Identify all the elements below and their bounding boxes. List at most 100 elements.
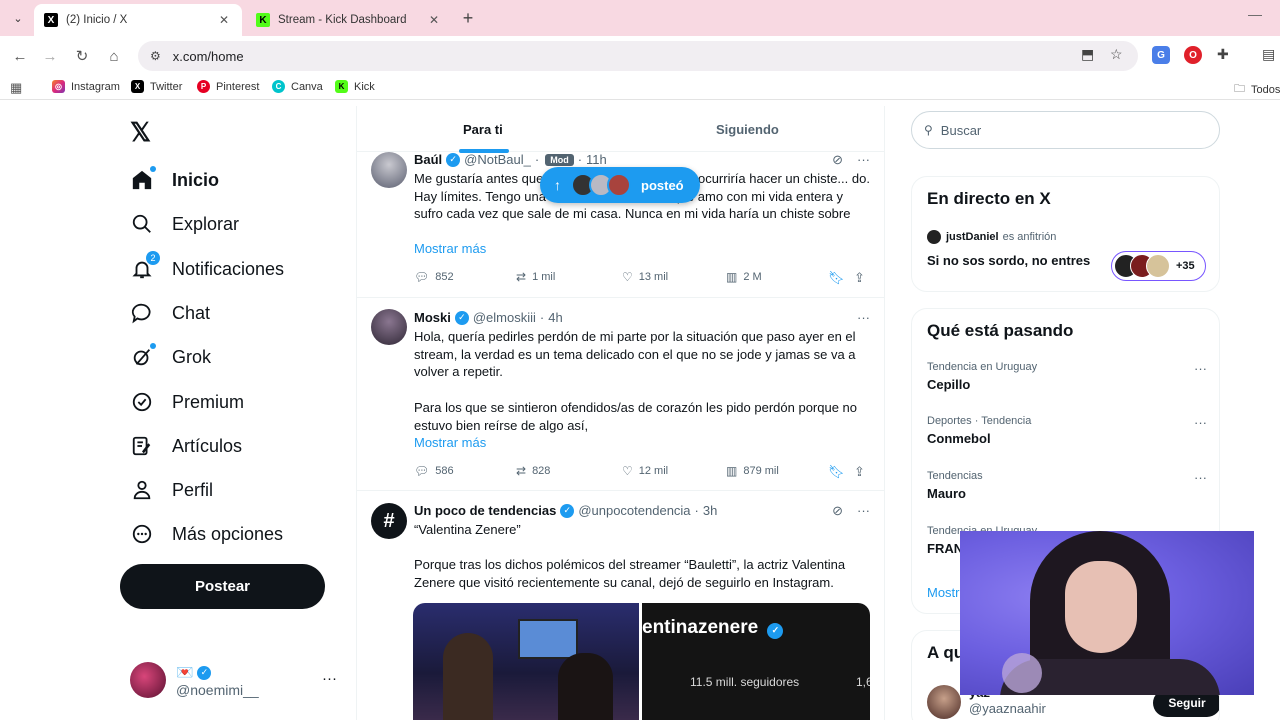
sidebar-item-grok[interactable]: Grok: [130, 339, 211, 375]
trend-item[interactable]: Deportes · Tendencia Conmebol ···: [927, 415, 1207, 446]
live-host[interactable]: justDaniel es anfitrión: [927, 230, 1056, 244]
close-tab-icon[interactable]: ✕: [216, 13, 232, 27]
show-more-link[interactable]: Mostrar más: [414, 241, 486, 256]
search-input[interactable]: [940, 122, 1201, 138]
author-handle[interactable]: @unpocotendencia: [578, 503, 690, 518]
sidebar-item-mas-opciones[interactable]: Más opciones: [130, 516, 283, 552]
bookmark-instagram[interactable]: ◎ Instagram: [52, 80, 120, 93]
more-dots-icon[interactable]: ···: [857, 503, 870, 519]
mod-badge: Mod: [545, 153, 574, 166]
bookmark-icon[interactable]: 🔖︎: [828, 270, 845, 286]
repost-button[interactable]: ⇄ 1 mil: [516, 270, 555, 284]
show-more-link[interactable]: Mostr: [927, 585, 960, 600]
back-icon[interactable]: ←: [8, 44, 32, 68]
account-switcher[interactable]: 💌 ✓ @noemimi__ ···: [130, 662, 340, 702]
translate-extension-icon[interactable]: G: [1152, 46, 1170, 64]
tab-search-icon[interactable]: ⌄: [6, 6, 30, 30]
sidebar-item-chat[interactable]: Chat: [130, 295, 210, 331]
tab-x-home[interactable]: X (2) Inicio / X ✕: [34, 4, 242, 36]
trend-item[interactable]: Tendencia en Uruguay Cepillo ···: [927, 361, 1207, 392]
sidebar-panel-icon[interactable]: ▤: [1262, 46, 1275, 63]
listener-count: +35: [1176, 260, 1195, 272]
grok-explain-icon[interactable]: ⊘: [832, 503, 843, 519]
close-tab-icon[interactable]: ✕: [426, 13, 442, 27]
trend-item[interactable]: Tendencias Mauro ···: [927, 470, 1207, 501]
share-icon[interactable]: ⇪: [854, 270, 865, 286]
reply-button[interactable]: 💬︎ 586: [414, 464, 454, 478]
avatar[interactable]: [371, 152, 407, 188]
bookmark-pinterest[interactable]: P Pinterest: [197, 80, 259, 93]
author-name[interactable]: Baúl: [414, 152, 442, 167]
tweet-time[interactable]: 11h: [586, 152, 607, 167]
sidebar-item-perfil[interactable]: Perfil: [130, 472, 213, 508]
author-name[interactable]: Moski: [414, 310, 451, 325]
post-button[interactable]: Postear: [120, 564, 325, 609]
author-name[interactable]: Un poco de tendencias: [414, 503, 556, 518]
repost-button[interactable]: ⇄ 828: [516, 464, 550, 478]
install-app-icon[interactable]: ⬒: [1081, 46, 1094, 63]
tweet-image-right[interactable]: entinazenere ✓ 11.5 mill. seguidores 1,6: [642, 603, 870, 720]
tab-siguiendo[interactable]: Siguiendo: [716, 122, 779, 137]
author-handle[interactable]: @NotBaul_: [464, 152, 531, 167]
tweet-time[interactable]: 4h: [548, 310, 562, 325]
more-dots-icon[interactable]: ···: [1194, 415, 1207, 430]
tweet[interactable]: Moski ✓ @elmoskiii · 4h ··· Hola, quería…: [357, 299, 884, 491]
show-more-link[interactable]: Mostrar más: [414, 435, 486, 450]
forward-icon[interactable]: →: [38, 44, 62, 68]
tab-para-ti[interactable]: Para ti: [463, 122, 503, 137]
views-chart-icon: ▥: [726, 464, 738, 478]
tweet-media[interactable]: entinazenere ✓ 11.5 mill. seguidores 1,6: [413, 603, 870, 720]
reload-icon[interactable]: ↻: [70, 44, 94, 68]
bookmark-kick[interactable]: K Kick: [335, 80, 375, 93]
bookmark-star-icon[interactable]: ☆: [1110, 46, 1123, 63]
more-dots-icon[interactable]: ···: [1194, 470, 1207, 485]
verified-badge-icon: ✓: [767, 622, 784, 639]
sidebar-item-premium[interactable]: Premium: [130, 384, 244, 420]
search-box[interactable]: ⚲: [911, 111, 1220, 149]
author-handle[interactable]: @elmoskiii: [473, 310, 536, 325]
site-info-icon[interactable]: ⚙: [150, 49, 161, 63]
bookmark-twitter[interactable]: X Twitter: [131, 80, 182, 93]
bookmark-canva[interactable]: C Canva: [272, 80, 323, 93]
home-page-icon[interactable]: ⌂: [102, 44, 126, 68]
bookmark-icon[interactable]: 🔖︎: [828, 464, 845, 480]
separator-dot: ·: [577, 152, 583, 167]
more-dots-icon[interactable]: ···: [857, 310, 870, 325]
sidebar-item-inicio[interactable]: Inicio: [130, 162, 219, 198]
bookmark-folder-all[interactable]: 🗀 Todos: [1234, 80, 1280, 99]
opera-extension-icon[interactable]: O: [1184, 46, 1202, 64]
like-button[interactable]: ♡ 12 mil: [622, 464, 668, 478]
avatar[interactable]: [927, 685, 961, 719]
extensions-icon[interactable]: ✚: [1217, 46, 1229, 63]
views-button[interactable]: ▥ 2 M: [726, 270, 762, 284]
minimize-icon[interactable]: —: [1248, 6, 1262, 22]
more-dots-icon[interactable]: ···: [1194, 361, 1207, 376]
apps-grid-icon[interactable]: ▦: [10, 80, 22, 96]
views-button[interactable]: ▥ 879 mil: [726, 464, 779, 478]
tweet-tools: ⊘ ···: [832, 503, 870, 519]
tweet-image-left[interactable]: [413, 603, 639, 720]
more-dots-icon[interactable]: ···: [322, 670, 337, 687]
avatar[interactable]: [371, 309, 407, 345]
new-posts-pill[interactable]: ↑ posteó: [540, 167, 700, 203]
browser-toolbar: ← → ↻ ⌂ ⚙ x.com/home ⬒ ☆ G O ✚ ▤: [0, 36, 1280, 76]
x-logo-icon[interactable]: 𝕏: [130, 117, 151, 148]
new-tab-icon[interactable]: +: [458, 8, 478, 28]
sidebar-item-label: Notificaciones: [172, 258, 285, 279]
space-title[interactable]: Si no sos sordo, no entres: [927, 253, 1090, 268]
like-button[interactable]: ♡ 13 mil: [622, 270, 668, 284]
monitor-shape: [518, 619, 578, 659]
share-icon[interactable]: ⇪: [854, 464, 865, 480]
reply-button[interactable]: 💬︎ 852: [414, 270, 454, 284]
sidebar-item-explorar[interactable]: Explorar: [130, 206, 239, 242]
address-bar[interactable]: ⚙ x.com/home: [138, 41, 1138, 71]
sidebar-item-articulos[interactable]: Artículos: [130, 428, 242, 464]
hashtag-avatar-icon[interactable]: #: [371, 503, 407, 539]
notification-badge: 2: [146, 251, 160, 265]
more-dots-icon[interactable]: ···: [857, 152, 870, 168]
tweet-time[interactable]: 3h: [703, 503, 717, 518]
sidebar-item-notificaciones[interactable]: 2 Notificaciones: [130, 251, 284, 287]
tab-kick-dashboard[interactable]: K Stream - Kick Dashboard ✕: [246, 4, 452, 36]
space-listeners[interactable]: +35: [1111, 251, 1206, 281]
grok-explain-icon[interactable]: ⊘: [832, 152, 843, 168]
